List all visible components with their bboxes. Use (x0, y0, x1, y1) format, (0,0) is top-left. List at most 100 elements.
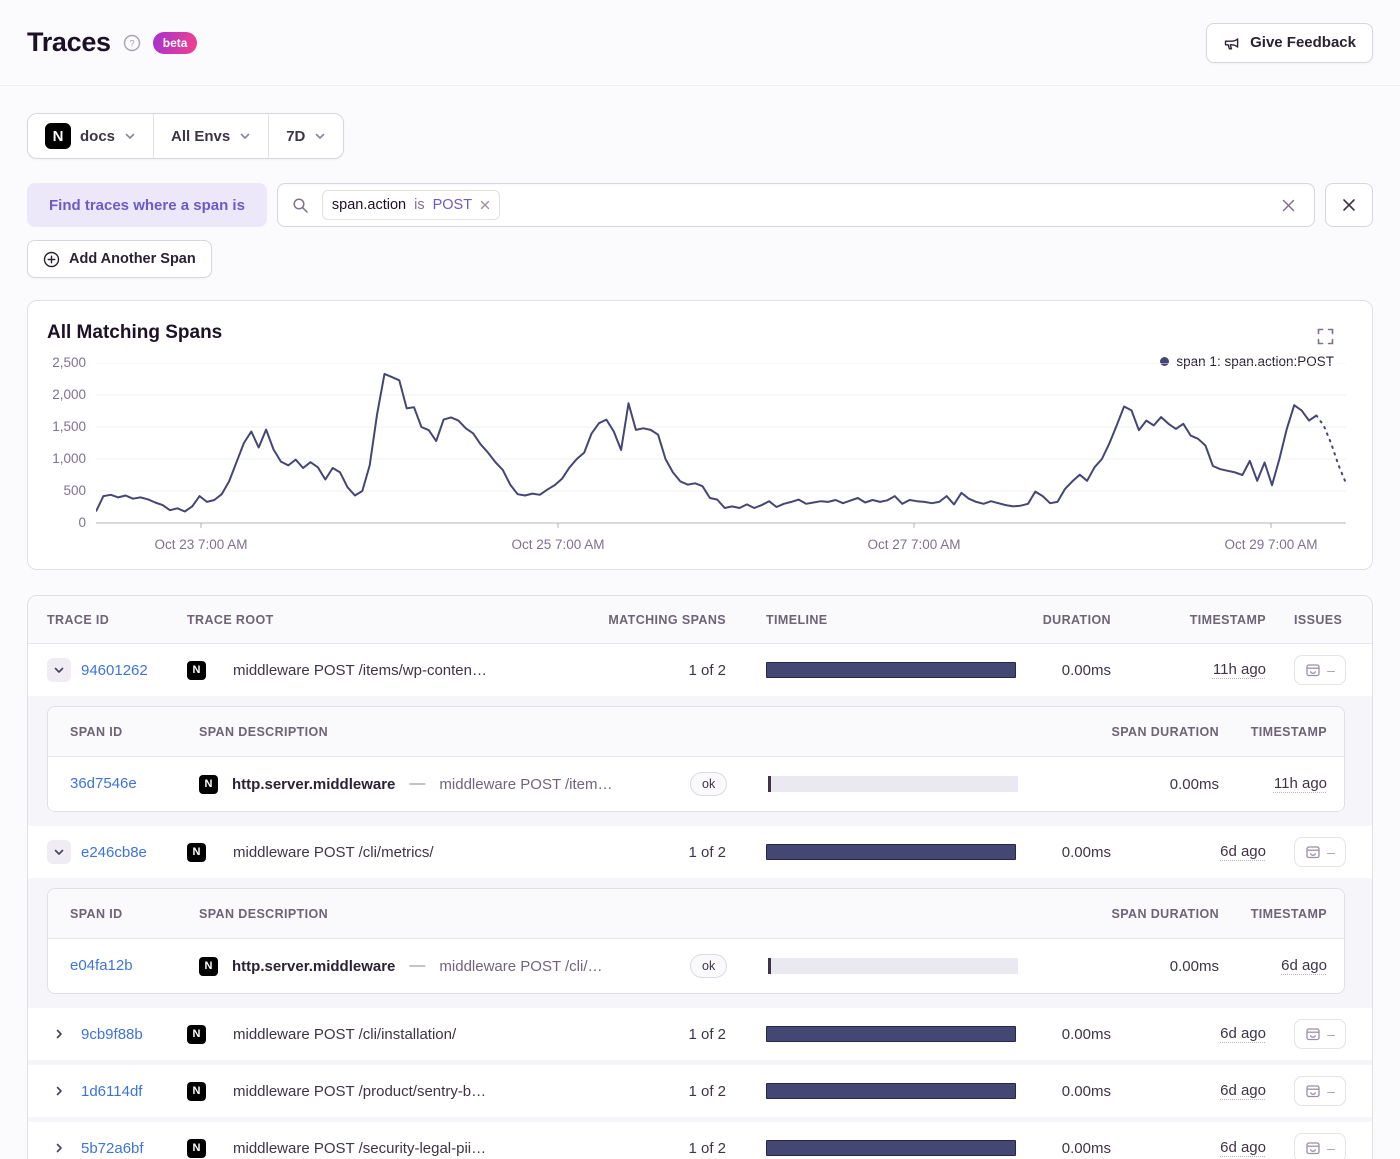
col-trace-id: TRACE ID (47, 612, 110, 627)
span-row: e04fa12b N http.server.middleware — midd… (48, 939, 1344, 993)
matching-spans-count: 1 of 2 (688, 661, 726, 679)
collapse-row-button[interactable] (47, 840, 71, 864)
spans-table-header: SPAN ID SPAN DESCRIPTION SPAN DURATION T… (48, 707, 1344, 757)
span-search-input[interactable]: span.action is POST (276, 183, 1315, 227)
span-timeline-track (768, 776, 1018, 792)
span-id-link[interactable]: e04fa12b (70, 957, 133, 974)
span-timeline-track (768, 958, 1018, 974)
nextjs-platform-icon: N (187, 1081, 206, 1101)
x-axis-tick: Oct 27 7:00 AM (867, 537, 961, 552)
remove-span-query-button[interactable] (1325, 183, 1373, 227)
y-axis-tick: 2,000 (52, 387, 86, 402)
nextjs-platform-icon: N (187, 660, 206, 680)
issues-count-dash: – (1327, 1026, 1335, 1042)
col-matching-spans: MATCHING SPANS (608, 612, 726, 627)
trace-issues-button[interactable]: – (1294, 655, 1346, 685)
give-feedback-button[interactable]: Give Feedback (1206, 22, 1373, 63)
trace-row: 94601262 N middleware POST /items/wp-con… (28, 644, 1372, 696)
token-remove-icon[interactable] (480, 200, 490, 210)
trace-timeline-bar (766, 844, 1016, 860)
span-timestamp[interactable]: 6d ago (1281, 957, 1327, 974)
col-span-duration: SPAN DURATION (1111, 724, 1219, 739)
y-axis-tick: 500 (63, 483, 86, 498)
span-desc-separator: — (409, 775, 426, 792)
span-timeline-marker (768, 958, 771, 974)
matching-spans-count: 1 of 2 (688, 1082, 726, 1100)
matching-spans-count: 1 of 2 (688, 843, 726, 861)
issues-box-icon (1306, 1142, 1320, 1155)
nextjs-platform-icon: N (199, 956, 218, 976)
trace-duration: 0.00ms (1061, 1025, 1111, 1043)
trace-id-link[interactable]: e246cb8e (81, 844, 147, 861)
trace-timestamp[interactable]: 6d ago (1220, 843, 1266, 860)
spans-table-header: SPAN ID SPAN DESCRIPTION SPAN DURATION T… (48, 889, 1344, 939)
search-icon (292, 197, 309, 214)
span-operation: http.server.middleware (232, 957, 396, 975)
span-operation: http.server.middleware (232, 775, 396, 793)
span-duration: 0.00ms (1169, 775, 1219, 793)
span-duration: 0.00ms (1169, 957, 1219, 975)
page-header: Traces ? beta Give Feedback (0, 0, 1400, 86)
y-axis-tick: 2,500 (52, 355, 86, 370)
trace-duration: 0.00ms (1061, 1082, 1111, 1100)
span-desc-separator: — (409, 957, 426, 974)
trace-row: 1d6114df N middleware POST /product/sent… (28, 1065, 1372, 1117)
col-trace-root: TRACE ROOT (187, 612, 274, 627)
trace-duration: 0.00ms (1061, 843, 1111, 861)
x-axis-tick: Oct 29 7:00 AM (1224, 537, 1318, 552)
environment-filter[interactable]: All Envs (153, 114, 269, 158)
trace-timestamp[interactable]: 11h ago (1213, 661, 1266, 678)
traces-table: TRACE ID TRACE ROOT MATCHING SPANS TIMEL… (27, 595, 1373, 1159)
expand-row-button[interactable] (47, 1022, 71, 1046)
trace-issues-button[interactable]: – (1294, 1076, 1346, 1106)
megaphone-icon (1223, 34, 1241, 52)
trace-id-link[interactable]: 9cb9f88b (81, 1026, 143, 1043)
trace-root-text: middleware POST /cli/installation/ (233, 1025, 457, 1043)
project-filter[interactable]: N docs (28, 114, 154, 158)
col-span-description: SPAN DESCRIPTION (199, 906, 329, 921)
nextjs-platform-icon: N (187, 842, 206, 862)
beta-badge: beta (152, 31, 198, 54)
collapse-row-button[interactable] (47, 658, 71, 682)
clear-search-icon[interactable] (1277, 194, 1300, 217)
find-traces-label: Find traces where a span is (27, 183, 267, 227)
trace-id-link[interactable]: 94601262 (81, 662, 148, 679)
x-axis-tick: Oct 23 7:00 AM (154, 537, 248, 552)
spans-line-chart[interactable] (95, 362, 1347, 529)
trace-root-text: middleware POST /items/wp-conten… (233, 661, 487, 679)
col-issues: ISSUES (1294, 612, 1343, 627)
span-row: 36d7546e N http.server.middleware — midd… (48, 757, 1344, 811)
svg-text:?: ? (129, 38, 134, 49)
y-axis-tick: 0 (78, 515, 86, 530)
expand-row-button[interactable] (47, 1136, 71, 1159)
issues-box-icon (1306, 846, 1320, 859)
trace-id-link[interactable]: 5b72a6bf (81, 1140, 144, 1157)
span-id-link[interactable]: 36d7546e (70, 775, 137, 792)
trace-timestamp[interactable]: 6d ago (1220, 1025, 1266, 1042)
add-another-span-button[interactable]: Add Another Span (27, 240, 212, 278)
search-filter-token[interactable]: span.action is POST (321, 190, 501, 220)
help-icon[interactable]: ? (123, 34, 141, 52)
trace-timestamp[interactable]: 6d ago (1220, 1082, 1266, 1099)
trace-id-link[interactable]: 1d6114df (81, 1083, 142, 1100)
period-filter[interactable]: 7D (268, 114, 344, 158)
expand-chart-icon[interactable] (1316, 327, 1335, 346)
trace-timeline-bar (766, 1026, 1016, 1042)
traces-table-header: TRACE ID TRACE ROOT MATCHING SPANS TIMEL… (28, 596, 1372, 644)
trace-row: 5b72a6bf N middleware POST /security-leg… (28, 1122, 1372, 1159)
trace-issues-button[interactable]: – (1294, 1133, 1346, 1159)
chart-title: All Matching Spans (47, 322, 223, 343)
expanded-spans-section: SPAN ID SPAN DESCRIPTION SPAN DURATION T… (28, 878, 1372, 1008)
span-status-badge: ok (690, 772, 728, 796)
trace-duration: 0.00ms (1061, 661, 1111, 679)
trace-issues-button[interactable]: – (1294, 1019, 1346, 1049)
expand-row-button[interactable] (47, 1079, 71, 1103)
token-operator[interactable]: is (414, 197, 424, 213)
trace-issues-button[interactable]: – (1294, 837, 1346, 867)
nextjs-platform-icon: N (187, 1138, 206, 1158)
span-search-row: Find traces where a span is span.action … (27, 183, 1373, 227)
trace-row: 9cb9f88b N middleware POST /cli/installa… (28, 1008, 1372, 1060)
trace-timestamp[interactable]: 6d ago (1220, 1139, 1266, 1156)
span-timestamp[interactable]: 11h ago (1274, 775, 1327, 792)
token-value[interactable]: POST (433, 197, 472, 213)
